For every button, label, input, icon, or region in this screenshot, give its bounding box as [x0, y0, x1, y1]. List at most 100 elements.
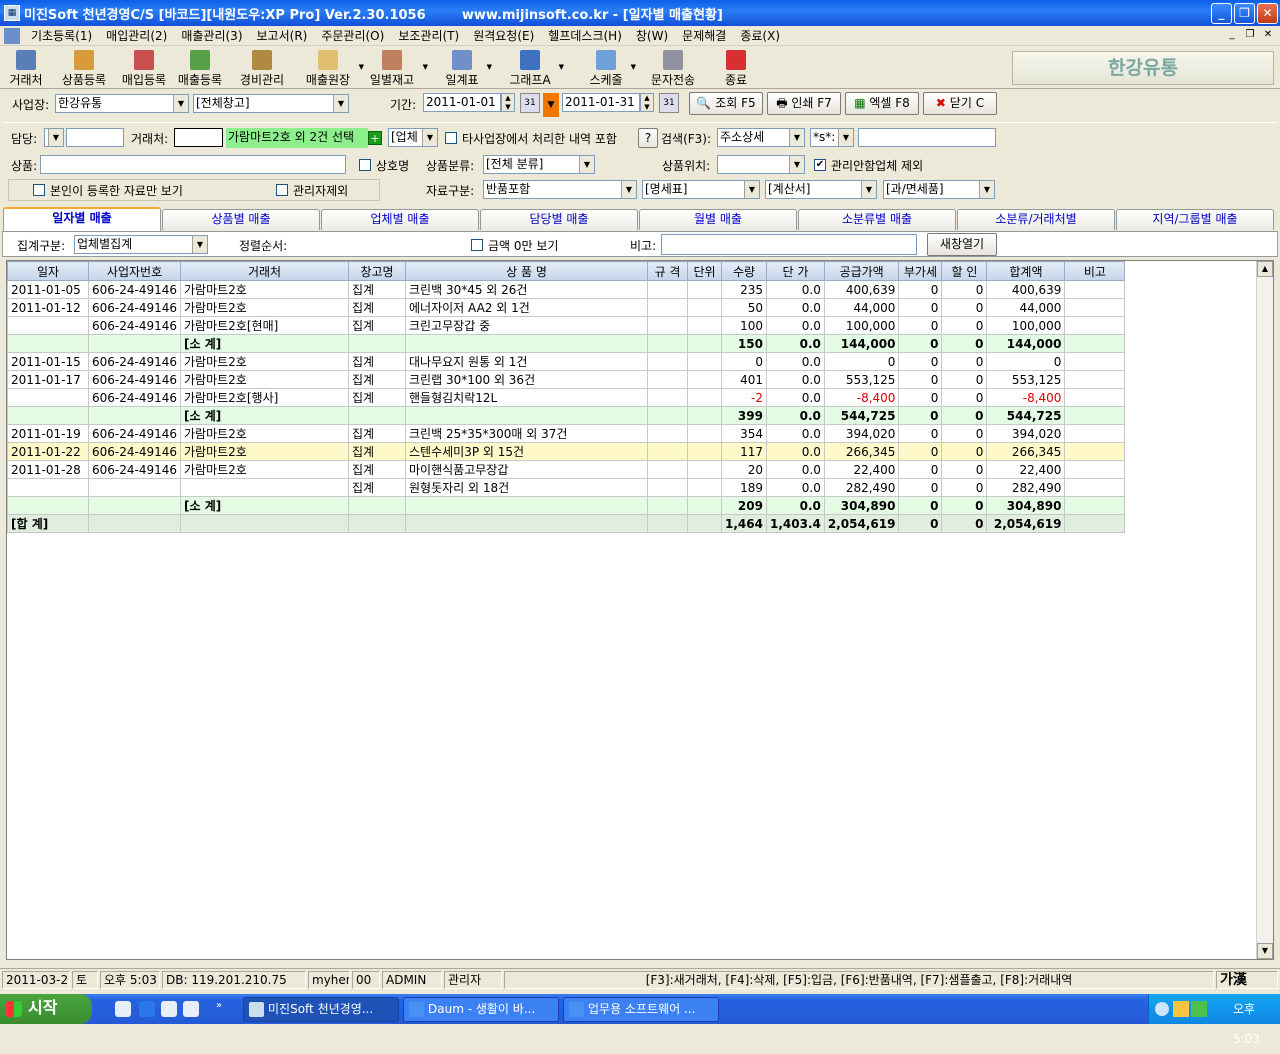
date-to-input[interactable]: 2011-01-31 [562, 93, 640, 112]
ie-icon[interactable] [139, 1001, 155, 1017]
dropdown-arrow-icon[interactable]: ▼ [559, 63, 564, 71]
toolbar-button[interactable]: 거래처 [4, 49, 48, 87]
location-select[interactable]: ▼ [717, 155, 805, 174]
menu-item[interactable]: 창(W) [629, 27, 675, 44]
tab-report[interactable]: 소분류별 매출 [798, 209, 956, 230]
table-row[interactable]: 606-24-49146 가람마트2호[행사] 집계 핸들형김치락12L -2 0.0 -8… [7, 388, 1126, 407]
business-select[interactable]: 한강유통 ▼ [55, 94, 189, 113]
customer-input[interactable] [174, 128, 223, 147]
maximize-button[interactable]: ❐ [1234, 3, 1255, 24]
column-header[interactable]: 거래처 [180, 261, 350, 281]
menu-item[interactable]: 매입관리(2) [99, 27, 174, 44]
task-item[interactable]: 업무용 소프트웨어 ... [563, 997, 719, 1022]
mdi-close-button[interactable]: ✕ [1260, 28, 1276, 42]
subtotal-row[interactable]: [소 계] 209 0.0 304,890 0 0 304,890 [7, 496, 1126, 515]
mdi-doc-icon[interactable] [4, 27, 20, 44]
print-button[interactable]: 🖶 인쇄 F7 [767, 92, 841, 115]
menu-item[interactable]: 주문관리(O) [314, 27, 391, 44]
tab-report[interactable]: 지역/그룹별 매출 [1116, 209, 1274, 230]
zero-only-checkbox[interactable] [471, 239, 483, 251]
subtotal-row[interactable]: [소 계] 150 0.0 144,000 0 0 144,000 [7, 334, 1126, 353]
tab-report[interactable]: 업체별 매출 [321, 209, 479, 230]
total-row[interactable]: [합 계] 1,464 1,403.4 2,054,619 0 0 2,054,619 [7, 514, 1126, 533]
search-field-select[interactable]: 주소상세 ▼ [717, 128, 805, 147]
aggregation-select[interactable]: 업체별집계 ▼ [74, 235, 208, 254]
table-row[interactable]: 2011-01-19 606-24-49146 가람마트2호 집계 크린백 25*35*… [7, 424, 1126, 443]
title-bar[interactable]: ▦ 미진Soft 천년경영C/S [바코드][내원도우:XP Pro] Ver.… [0, 0, 1280, 26]
date-from-spinner[interactable]: ▲ ▼ [501, 93, 515, 112]
tab-report[interactable]: 소분류/거래처별 [957, 209, 1115, 230]
date-range-arrow-button[interactable]: ▼ [543, 93, 559, 117]
toolbar-button[interactable]: 그래프A ▼ [504, 49, 564, 87]
table-row[interactable]: 606-24-49146 가람마트2호[현매] 집계 크린고무장갑 중 100 0.0 10… [7, 316, 1126, 335]
column-header[interactable]: 사업자번호 [87, 261, 182, 281]
warehouse-select[interactable]: [전체창고] ▼ [193, 94, 349, 113]
product-input[interactable] [40, 155, 346, 174]
toolbar-button[interactable]: 상품등록 [56, 49, 112, 87]
chevron-right-icon[interactable]: » [216, 1000, 222, 1011]
column-header[interactable]: 공급가액 [823, 261, 900, 281]
table-row[interactable]: 2011-01-12 606-24-49146 가람마트2호 집계 에너자이저 AA2 … [7, 298, 1126, 317]
note-input[interactable] [661, 234, 917, 255]
calendar-icon[interactable]: 31 [520, 93, 540, 113]
query-button[interactable]: 🔍 조회 F5 [689, 92, 763, 115]
close-button[interactable]: ✕ [1257, 3, 1278, 24]
column-header[interactable]: 단 가 [765, 261, 825, 281]
task-item[interactable]: Daum - 생활이 바... [403, 997, 559, 1022]
table-row[interactable]: 2011-01-17 606-24-49146 가람마트2호 집계 크린랩 30*100… [7, 370, 1126, 389]
scroll-up-arrow-icon[interactable]: ▲ [1257, 261, 1273, 277]
table-row[interactable]: 2011-01-05 606-24-49146 가람마트2호 집계 크린백 30*45 … [7, 280, 1126, 299]
column-header[interactable]: 합계액 [986, 261, 1066, 281]
sales-grid[interactable]: 일자 사업자번호 거래처 창고명 상 품 명규 격 단위 수량 단 가 공급가액 부가세 할 인 합계… [6, 260, 1274, 960]
tray-expand-icon[interactable] [1155, 1002, 1169, 1016]
tab-report[interactable]: 상품별 매출 [162, 209, 320, 230]
menu-item[interactable]: 기초등록(1) [24, 27, 99, 44]
clock[interactable]: 오후 5:03 [1233, 994, 1280, 1054]
search-input[interactable] [858, 128, 996, 147]
menu-item[interactable]: 매출관리(3) [174, 27, 249, 44]
column-header[interactable]: 비고 [1064, 261, 1126, 281]
menu-item[interactable]: 보고서(R) [250, 27, 315, 44]
calendar-icon[interactable]: 31 [659, 93, 679, 113]
ime-indicator[interactable]: 가漢 [1216, 971, 1278, 989]
column-header[interactable]: 수량 [721, 261, 767, 281]
exclude-unmanaged-checkbox[interactable]: ✔ [814, 159, 826, 171]
menu-item[interactable]: 보조관리(T) [391, 27, 466, 44]
new-window-button[interactable]: 새창열기 [927, 233, 997, 256]
manager-input[interactable] [66, 128, 124, 147]
close-form-button[interactable]: ✖ 닫기 C [923, 92, 997, 115]
table-row[interactable]: 집계 원형돗자리 외 18건 189 0.0 282,490 0 0 282,490 [7, 478, 1126, 497]
start-button[interactable]: 시작 [0, 994, 92, 1024]
minimize-button[interactable]: _ [1211, 3, 1232, 24]
data-type-select[interactable]: 반품포함 ▼ [483, 180, 637, 199]
date-from-input[interactable]: 2011-01-01 [423, 93, 501, 112]
own-only-checkbox[interactable] [33, 184, 45, 196]
add-customer-button[interactable]: + [368, 131, 382, 145]
mdi-restore-button[interactable]: ❐ [1242, 28, 1258, 42]
manager-select[interactable]: ▼ [44, 128, 64, 147]
category-select[interactable]: [전체 분류] ▼ [483, 155, 595, 174]
search-mode-select[interactable]: *s*: ▼ [810, 128, 854, 147]
column-header[interactable]: 할 인 [941, 261, 988, 281]
quicklaunch-icon[interactable] [183, 1001, 199, 1017]
network-tray-icon[interactable] [1191, 1001, 1207, 1017]
tax-type-select[interactable]: [과/면세품] ▼ [883, 180, 995, 199]
exclude-admin-checkbox[interactable] [276, 184, 288, 196]
dropdown-arrow-icon[interactable]: ▼ [631, 63, 636, 71]
table-row[interactable]: 2011-01-15 606-24-49146 가람마트2호 집계 대나무요지 원통 외… [7, 352, 1126, 371]
app-icon[interactable]: ▦ [4, 5, 20, 21]
dropdown-arrow-icon[interactable]: ▼ [487, 63, 492, 71]
tab-report[interactable]: 월별 매출 [639, 209, 797, 230]
column-header[interactable]: 규 격 [647, 261, 689, 281]
column-header[interactable]: 상 품 명 [405, 261, 649, 281]
toolbar-button[interactable]: 종료 [714, 49, 758, 87]
date-to-spinner[interactable]: ▲ ▼ [640, 93, 654, 112]
column-header[interactable]: 창고명 [348, 261, 407, 281]
scroll-down-arrow-icon[interactable]: ▼ [1257, 943, 1273, 959]
toolbar-button[interactable]: 매출등록 [172, 49, 228, 87]
toolbar-button[interactable]: 매출원장 ▼ [300, 49, 364, 87]
menu-item[interactable]: 종료(X) [733, 27, 787, 44]
subtotal-row[interactable]: [소 계] 399 0.0 544,725 0 0 544,725 [7, 406, 1126, 425]
menu-item[interactable]: 헬프데스크(H) [541, 27, 629, 44]
vertical-scrollbar[interactable]: ▲ ▼ [1256, 261, 1273, 959]
